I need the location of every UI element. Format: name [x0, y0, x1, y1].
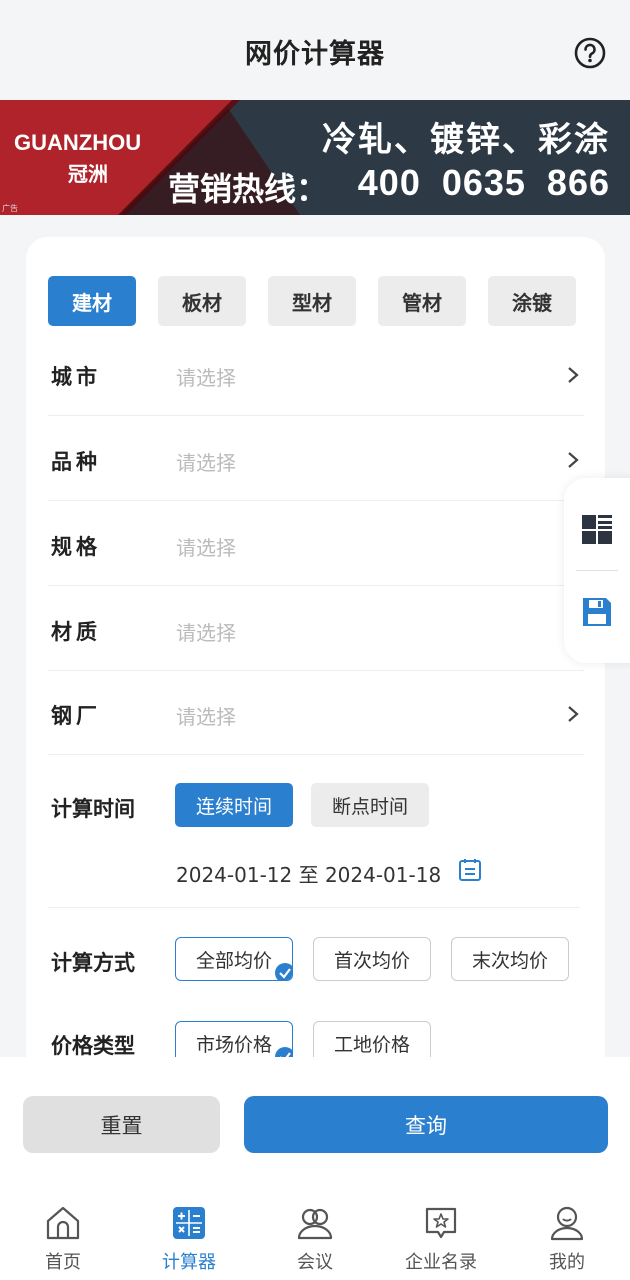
floating-toolbar	[564, 478, 630, 663]
option-label: 末次均价	[471, 949, 548, 972]
nav-label: 计算器	[162, 1252, 216, 1273]
last-average-option[interactable]: 末次均价	[451, 937, 569, 981]
calculator-icon	[173, 1207, 205, 1239]
breakpoint-time-button[interactable]: 断点时间	[311, 783, 429, 827]
variety-select[interactable]: 请选择	[176, 447, 236, 476]
divider	[48, 907, 580, 908]
option-label: 全部均价	[195, 949, 272, 972]
nav-item-home[interactable]: 首页	[0, 1202, 126, 1280]
spec-select[interactable]: 请选择	[176, 532, 236, 561]
nav-item-meeting[interactable]: 会议	[252, 1202, 378, 1280]
nav-item-profile[interactable]: 我的	[504, 1202, 630, 1280]
divider	[576, 570, 618, 571]
chevron-right-icon	[568, 367, 579, 383]
chevron-right-icon	[568, 452, 579, 468]
calc-method-label: 计算方式	[51, 951, 135, 975]
spec-field[interactable]: 规格 请选择	[48, 501, 584, 586]
option-label: 市场价格	[195, 1033, 272, 1056]
field-label: 材质	[51, 620, 101, 644]
option-label: 工地价格	[333, 1033, 410, 1056]
tab-plates[interactable]: 板材	[158, 276, 246, 326]
price-type-label: 价格类型	[51, 1034, 135, 1058]
continuous-time-button[interactable]: 连续时间	[175, 783, 293, 827]
material-select[interactable]: 请选择	[176, 617, 236, 646]
nav-label: 会议	[297, 1252, 333, 1273]
calc-time-label: 计算时间	[51, 797, 135, 821]
ad-banner[interactable]: GUANZHOU 冠洲 冷轧、镀锌、彩涂 营销热线： 400 0635 866 …	[0, 100, 630, 215]
bottom-area: 重置 查询 首页 计算器 会议 企业名录 我的	[0, 1057, 630, 1280]
all-average-option[interactable]: 全部均价	[175, 937, 293, 981]
city-select[interactable]: 请选择	[176, 362, 236, 391]
home-icon	[46, 1206, 80, 1240]
banner-brand-cn: 冠洲	[68, 162, 108, 186]
checkmark-icon	[275, 963, 292, 980]
field-label: 城市	[51, 365, 101, 389]
help-circle-icon[interactable]	[574, 37, 606, 69]
meeting-icon	[297, 1208, 333, 1240]
header: 网价计算器	[0, 0, 630, 100]
category-tabs: 建材 板材 型材 管材 涂镀	[48, 276, 576, 326]
option-label: 首次均价	[333, 949, 410, 972]
save-icon[interactable]	[581, 596, 613, 628]
banner-hotline-number: 400 0635 866	[357, 162, 610, 203]
chevron-right-icon	[568, 706, 579, 722]
page-title: 网价计算器	[245, 39, 385, 70]
banner-brand-en: GUANZHOU	[14, 130, 142, 155]
layout-grid-icon[interactable]	[581, 513, 613, 545]
city-field[interactable]: 城市 请选择	[48, 331, 584, 416]
first-average-option[interactable]: 首次均价	[313, 937, 431, 981]
tab-pipes[interactable]: 管材	[378, 276, 466, 326]
field-label: 规格	[51, 535, 101, 559]
directory-icon	[425, 1207, 457, 1239]
tab-building-materials[interactable]: 建材	[48, 276, 136, 326]
banner-slogan: 冷轧、镀锌、彩涂	[322, 120, 610, 160]
tab-profiles[interactable]: 型材	[268, 276, 356, 326]
banner-hotline-label: 营销热线：	[168, 170, 329, 208]
nav-item-calculator[interactable]: 计算器	[126, 1202, 252, 1280]
nav-item-directory[interactable]: 企业名录	[378, 1202, 504, 1280]
query-button[interactable]: 查询	[244, 1096, 608, 1153]
date-range[interactable]: 2024-01-12 至 2024-01-18	[176, 859, 441, 888]
material-field[interactable]: 材质 请选择	[48, 586, 584, 671]
steel-mill-field[interactable]: 钢厂 请选择	[48, 670, 584, 755]
calculator-form: 建材 板材 型材 管材 涂镀 城市 请选择 品种 请选择 规格 请选择 材质 请…	[26, 237, 605, 1137]
nav-label: 企业名录	[405, 1252, 477, 1273]
calendar-icon[interactable]	[457, 857, 483, 883]
profile-icon	[550, 1206, 584, 1241]
nav-label: 首页	[45, 1252, 81, 1273]
field-label: 品种	[51, 450, 101, 474]
tab-coated[interactable]: 涂镀	[488, 276, 576, 326]
steel-mill-select[interactable]: 请选择	[176, 701, 236, 730]
bottom-nav: 首页 计算器 会议 企业名录 我的	[0, 1202, 630, 1280]
nav-label: 我的	[549, 1252, 585, 1273]
variety-field[interactable]: 品种 请选择	[48, 416, 584, 501]
ad-tag: 广告	[2, 204, 18, 213]
field-label: 钢厂	[51, 704, 101, 728]
reset-button[interactable]: 重置	[23, 1096, 220, 1153]
